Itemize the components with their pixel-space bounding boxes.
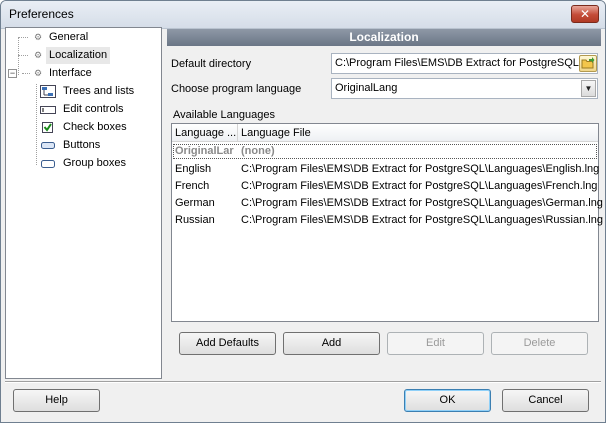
default-directory-input[interactable]: C:\Program Files\EMS\DB Extract for Post…	[331, 53, 598, 74]
table-row[interactable]: German C:\Program Files\EMS\DB Extract f…	[172, 195, 603, 212]
tree-item-label: Localization	[46, 47, 111, 64]
browse-button[interactable]	[579, 55, 597, 72]
language-dropdown-button[interactable]: ▼	[581, 80, 596, 97]
tree-item-localization[interactable]: ⚙ Localization	[12, 47, 111, 64]
minus-icon: −	[9, 68, 16, 78]
gear-icon: ⚙	[34, 68, 43, 79]
help-button[interactable]: Help	[13, 389, 100, 412]
cancel-button[interactable]: Cancel	[502, 389, 589, 412]
column-header-language[interactable]: Language ...	[172, 124, 238, 142]
tree-item-buttons[interactable]: Buttons	[40, 137, 103, 154]
folder-icon	[581, 57, 595, 69]
tree-list-icon	[40, 84, 56, 98]
tree-item-general[interactable]: ⚙ General	[12, 29, 91, 46]
language-select-value: OriginalLang	[335, 82, 398, 94]
table-row-default[interactable]: OriginalLar (none)	[172, 143, 598, 160]
language-file: C:\Program Files\EMS\DB Extract for Post…	[241, 180, 598, 192]
list-button-bar: Add Defaults Add Edit Delete	[171, 324, 599, 358]
language-file: (none)	[241, 145, 275, 157]
languages-list-header: Language ... Language File	[172, 124, 598, 142]
language-name: French	[175, 180, 210, 192]
language-name: English	[175, 163, 212, 175]
close-icon: ✕	[579, 7, 591, 21]
gear-icon: ⚙	[34, 32, 43, 43]
edit-field-icon	[40, 103, 56, 116]
collapse-toggle[interactable]: −	[8, 69, 17, 78]
close-button[interactable]: ✕	[571, 5, 599, 23]
default-directory-value: C:\Program Files\EMS\DB Extract for Post…	[335, 57, 582, 69]
language-file: C:\Program Files\EMS\DB Extract for Post…	[241, 214, 603, 226]
ok-button[interactable]: OK	[404, 389, 491, 412]
table-row[interactable]: English C:\Program Files\EMS\DB Extract …	[172, 161, 600, 178]
language-select[interactable]: OriginalLang	[331, 78, 598, 99]
tree-item-label: Edit controls	[63, 103, 124, 115]
tree-item-label: Group boxes	[63, 157, 126, 169]
language-name: Russian	[175, 214, 215, 226]
table-row[interactable]: Russian C:\Program Files\EMS\DB Extract …	[172, 212, 603, 229]
button-icon	[40, 139, 56, 152]
tree-item-edit-controls[interactable]: Edit controls	[40, 101, 127, 118]
tree-item-label: Buttons	[63, 139, 101, 151]
panel-header: Localization	[167, 29, 601, 46]
languages-list[interactable]: Language ... Language File OriginalLar (…	[171, 123, 603, 322]
tree-item-check-boxes[interactable]: Check boxes	[40, 119, 130, 136]
delete-button[interactable]: Delete	[491, 332, 588, 355]
language-label: Choose program language	[171, 83, 302, 95]
language-file: C:\Program Files\EMS\DB Extract for Post…	[241, 197, 603, 209]
tree-item-label: General	[49, 31, 89, 43]
tree-item-trees-and-lists[interactable]: Trees and lists	[40, 83, 137, 100]
language-name: German	[175, 197, 215, 209]
add-defaults-button[interactable]: Add Defaults	[179, 332, 276, 355]
tree-item-interface[interactable]: ⚙ Interface	[12, 65, 95, 82]
checkbox-icon	[40, 121, 56, 134]
tree-line	[36, 84, 37, 165]
title-bar[interactable]: Preferences ✕	[1, 1, 605, 29]
language-name: OriginalLar	[175, 145, 234, 157]
window-title: Preferences	[9, 7, 74, 21]
tree-item-label: Check boxes	[63, 121, 127, 133]
navigation-tree[interactable]: ⚙ General ⚙ Localization ⚙ Interface − Tree…	[5, 27, 162, 379]
language-file: C:\Program Files\EMS\DB Extract for Post…	[241, 163, 600, 175]
preferences-window: Preferences ✕ ⚙ General ⚙ Localization ⚙ In…	[0, 0, 606, 423]
chevron-down-icon: ▼	[584, 84, 593, 93]
gear-icon: ⚙	[34, 50, 43, 61]
column-header-language-file[interactable]: Language File	[238, 124, 598, 142]
tree-item-group-boxes[interactable]: Group boxes	[40, 155, 129, 172]
edit-button[interactable]: Edit	[387, 332, 484, 355]
footer-separator	[5, 381, 601, 383]
table-row[interactable]: French C:\Program Files\EMS\DB Extract f…	[172, 178, 598, 195]
add-button[interactable]: Add	[283, 332, 380, 355]
default-directory-label: Default directory	[171, 58, 252, 70]
group-box-icon	[40, 157, 56, 170]
available-languages-label: Available Languages	[173, 109, 275, 121]
tree-item-label: Trees and lists	[63, 85, 135, 97]
tree-item-label: Interface	[49, 67, 92, 79]
